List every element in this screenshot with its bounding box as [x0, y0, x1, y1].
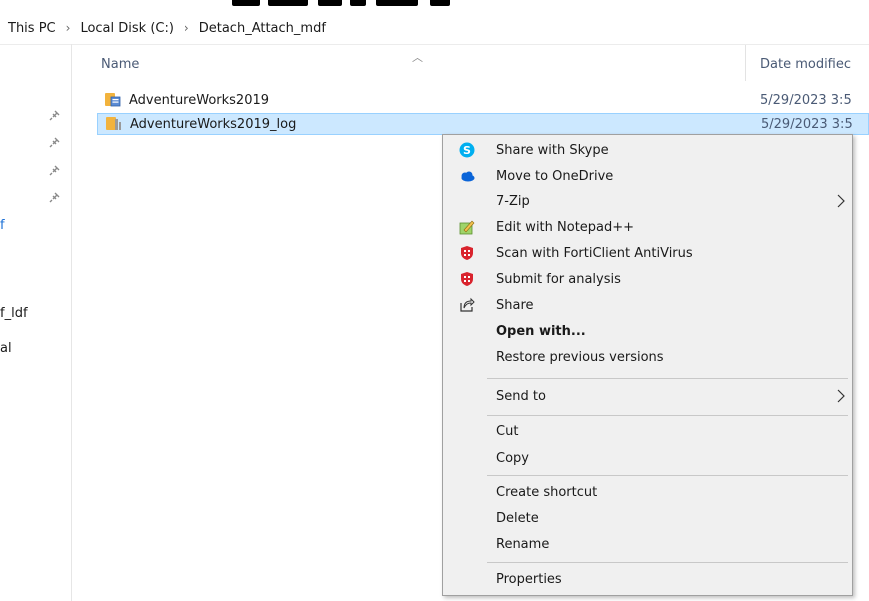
- forticlient-shield-icon: [461, 272, 473, 286]
- pin-icon[interactable]: [48, 108, 62, 122]
- file-name: AdventureWorks2019_log: [130, 116, 297, 132]
- skype-icon: S: [459, 142, 475, 158]
- log-file-icon: [106, 117, 121, 130]
- pin-icon[interactable]: [48, 190, 62, 204]
- menu-item-open-with[interactable]: Open with...: [443, 319, 852, 343]
- notepadpp-icon: [459, 220, 475, 235]
- column-header-date-modified[interactable]: Date modifiec: [760, 57, 851, 72]
- menu-item-submit-for-analysis[interactable]: Submit for analysis: [443, 267, 852, 291]
- menu-item-rename[interactable]: Rename: [443, 532, 852, 556]
- file-row-selected[interactable]: AdventureWorks2019_log 5/29/2023 3:5: [97, 113, 869, 135]
- menu-item-copy[interactable]: Copy: [443, 446, 852, 470]
- menu-item-cut[interactable]: Cut: [443, 419, 852, 443]
- forticlient-shield-icon: [461, 246, 473, 260]
- file-date-modified: 5/29/2023 3:5: [761, 116, 853, 132]
- context-menu: S Share with Skype Move to OneDrive 7-Zi…: [442, 134, 853, 596]
- menu-separator: [487, 415, 848, 416]
- database-file-icon: [105, 93, 121, 107]
- submenu-arrow-icon: [837, 194, 845, 208]
- sort-ascending-icon: ︿: [412, 51, 423, 64]
- file-name: AdventureWorks2019: [129, 92, 270, 108]
- menu-separator: [487, 475, 848, 476]
- onedrive-cloud-icon: [461, 171, 475, 182]
- nav-item-fragment[interactable]: f: [0, 218, 5, 233]
- clipped-title-text: [0, 0, 869, 6]
- menu-item-7zip[interactable]: 7-Zip: [443, 189, 852, 213]
- menu-item-edit-with-notepadpp[interactable]: Edit with Notepad++: [443, 215, 852, 239]
- menu-item-move-to-onedrive[interactable]: Move to OneDrive: [443, 164, 852, 188]
- breadcrumb-separator-icon: ›: [65, 21, 71, 35]
- menu-item-properties[interactable]: Properties: [443, 567, 852, 591]
- menu-item-send-to[interactable]: Send to: [443, 384, 852, 408]
- file-date-modified: 5/29/2023 3:5: [760, 92, 852, 108]
- column-resize-handle[interactable]: [745, 45, 746, 81]
- menu-separator: [487, 562, 848, 563]
- menu-separator: [487, 378, 848, 379]
- menu-item-scan-forticlient[interactable]: Scan with FortiClient AntiVirus: [443, 241, 852, 265]
- breadcrumb-local-disk[interactable]: Local Disk (C:): [80, 21, 173, 36]
- breadcrumb-separator-icon: ›: [183, 21, 189, 35]
- nav-item-fragment[interactable]: al: [0, 341, 12, 356]
- menu-item-share[interactable]: Share: [443, 293, 852, 317]
- nav-item-fragment[interactable]: f_ldf: [0, 306, 28, 321]
- file-row[interactable]: AdventureWorks2019 5/29/2023 3:5: [97, 89, 869, 111]
- menu-item-create-shortcut[interactable]: Create shortcut: [443, 480, 852, 504]
- pin-icon[interactable]: [48, 135, 62, 149]
- menu-item-restore-previous-versions[interactable]: Restore previous versions: [443, 345, 852, 369]
- column-header-name[interactable]: Name: [101, 57, 139, 72]
- nav-pane-divider[interactable]: [71, 44, 72, 601]
- header-divider: [0, 44, 869, 45]
- menu-item-delete[interactable]: Delete: [443, 506, 852, 530]
- pin-icon[interactable]: [48, 163, 62, 177]
- svg-text:S: S: [463, 144, 471, 157]
- submenu-arrow-icon: [837, 389, 845, 403]
- breadcrumb-this-pc[interactable]: This PC: [8, 21, 56, 36]
- breadcrumb: This PC › Local Disk (C:) › Detach_Attac…: [8, 18, 326, 38]
- menu-item-share-with-skype[interactable]: S Share with Skype: [443, 138, 852, 162]
- share-icon: [460, 297, 475, 312]
- breadcrumb-current-folder[interactable]: Detach_Attach_mdf: [199, 21, 326, 36]
